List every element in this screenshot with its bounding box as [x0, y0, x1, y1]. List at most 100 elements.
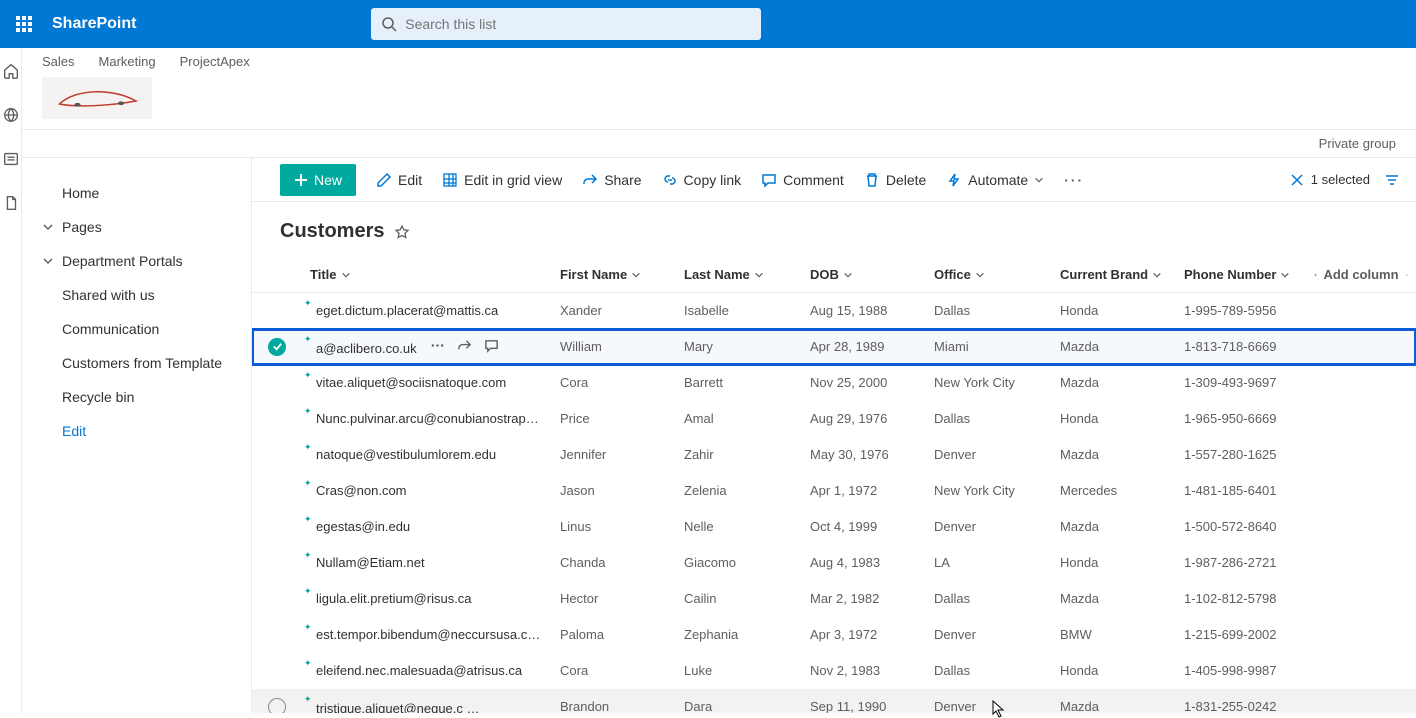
copy-link-command[interactable]: Copy link: [662, 172, 742, 188]
table-row[interactable]: ✦Nullam@Etiam.netChandaGiacomoAug 4, 198…: [252, 545, 1416, 581]
grid-icon: [442, 172, 458, 188]
app-launcher-icon[interactable]: [0, 0, 48, 48]
cell-title[interactable]: ✦eget.dictum.placerat@mattis.ca: [302, 293, 552, 329]
table-row[interactable]: ✦tristique.aliquet@neque.c BrandonDaraSe…: [252, 689, 1416, 714]
row-select-cell[interactable]: [252, 473, 302, 509]
filter-icon[interactable]: [1384, 172, 1400, 188]
cell-title[interactable]: ✦tristique.aliquet@neque.c: [302, 689, 552, 714]
cell-first: Xander: [552, 293, 676, 329]
row-select-cell[interactable]: [252, 293, 302, 329]
more-icon[interactable]: [430, 338, 445, 353]
grid-view-command[interactable]: Edit in grid view: [442, 172, 562, 188]
news-icon[interactable]: [2, 150, 20, 168]
col-office[interactable]: Office: [926, 257, 1052, 293]
row-select-cell[interactable]: [252, 617, 302, 653]
row-select-cell[interactable]: [252, 437, 302, 473]
col-title[interactable]: Title: [302, 257, 552, 293]
share-command[interactable]: Share: [582, 172, 641, 188]
hub-link-sales[interactable]: Sales: [42, 54, 75, 69]
globe-icon[interactable]: [2, 106, 20, 124]
comment-icon[interactable]: [484, 338, 499, 353]
col-brand[interactable]: Current Brand: [1052, 257, 1176, 293]
col-dob[interactable]: DOB: [802, 257, 926, 293]
more-icon[interactable]: [477, 698, 492, 713]
cell-title[interactable]: ✦vitae.aliquet@sociisnatoque.com: [302, 365, 552, 401]
table-row[interactable]: ✦natoque@vestibulumlorem.eduJenniferZahi…: [252, 437, 1416, 473]
cell-title[interactable]: ✦est.tempor.bibendum@neccursusa.com: [302, 617, 552, 653]
col-phone[interactable]: Phone Number: [1176, 257, 1306, 293]
home-icon[interactable]: [2, 62, 20, 80]
row-select-cell[interactable]: [252, 509, 302, 545]
nav-communication[interactable]: Communication: [22, 312, 251, 346]
nav-department-portals[interactable]: Department Portals: [22, 244, 251, 278]
search-box[interactable]: [371, 8, 761, 40]
x-icon: [1289, 172, 1305, 188]
cell-title[interactable]: ✦Cras@non.com: [302, 473, 552, 509]
cell-title[interactable]: ✦Nunc.pulvinar.arcu@conubianostraper.edu: [302, 401, 552, 437]
comment-icon[interactable]: [531, 698, 546, 713]
nav-recycle-bin[interactable]: Recycle bin: [22, 380, 251, 414]
nav-shared[interactable]: Shared with us: [22, 278, 251, 312]
cell-title[interactable]: ✦eleifend.nec.malesuada@atrisus.ca: [302, 653, 552, 689]
cell-dob: Aug 29, 1976: [802, 401, 926, 437]
row-select-cell[interactable]: [252, 581, 302, 617]
cell-phone: 1-831-255-0242: [1176, 689, 1306, 714]
plus-icon: [1314, 269, 1317, 281]
col-add[interactable]: Add column: [1306, 257, 1416, 293]
col-first-name[interactable]: First Name: [552, 257, 676, 293]
search-input[interactable]: [405, 16, 751, 32]
cell-office: Miami: [926, 329, 1052, 365]
files-icon[interactable]: [2, 194, 20, 212]
row-select-cell[interactable]: [252, 545, 302, 581]
table-row[interactable]: ✦vitae.aliquet@sociisnatoque.comCoraBarr…: [252, 365, 1416, 401]
new-flag-icon: ✦: [304, 694, 312, 705]
row-select-cell[interactable]: [252, 365, 302, 401]
list-table-wrap: Title First Name Last Name DOB Office Cu…: [252, 257, 1416, 713]
col-select[interactable]: [252, 257, 302, 293]
edit-command[interactable]: Edit: [376, 172, 422, 188]
table-row[interactable]: ✦eleifend.nec.malesuada@atrisus.caCoraLu…: [252, 653, 1416, 689]
nav-edit-link[interactable]: Edit: [22, 414, 251, 448]
table-row[interactable]: ✦a@aclibero.co.uk WilliamMaryApr 28, 198…: [252, 329, 1416, 365]
table-row[interactable]: ✦eget.dictum.placerat@mattis.caXanderIsa…: [252, 293, 1416, 329]
cell-phone: 1-557-280-1625: [1176, 437, 1306, 473]
row-select-cell[interactable]: [252, 689, 302, 714]
share-icon[interactable]: [504, 698, 519, 713]
automate-command[interactable]: Automate: [946, 172, 1044, 188]
cell-office: Denver: [926, 689, 1052, 714]
cell-title[interactable]: ✦Nullam@Etiam.net: [302, 545, 552, 581]
chevron-down-icon: [631, 270, 641, 280]
row-select-cell[interactable]: [252, 329, 302, 365]
nav-customers-template[interactable]: Customers from Template: [22, 346, 251, 380]
cell-first: William: [552, 329, 676, 365]
table-row[interactable]: ✦ligula.elit.pretium@risus.caHectorCaili…: [252, 581, 1416, 617]
cell-title[interactable]: ✦a@aclibero.co.uk: [302, 329, 552, 365]
hub-link-marketing[interactable]: Marketing: [99, 54, 156, 69]
search-icon: [381, 16, 397, 32]
row-select-cell[interactable]: [252, 401, 302, 437]
table-row[interactable]: ✦Cras@non.comJasonZeleniaApr 1, 1972New …: [252, 473, 1416, 509]
share-icon[interactable]: [457, 338, 472, 353]
cell-last: Dara: [676, 689, 802, 714]
row-select-cell[interactable]: [252, 653, 302, 689]
select-circle[interactable]: [268, 698, 286, 714]
new-button[interactable]: New: [280, 164, 356, 196]
clear-selection[interactable]: 1 selected: [1289, 172, 1370, 188]
comment-command[interactable]: Comment: [761, 172, 844, 188]
brand-label[interactable]: SharePoint: [52, 15, 136, 33]
hub-link-projectapex[interactable]: ProjectApex: [180, 54, 250, 69]
nav-home[interactable]: Home: [22, 176, 251, 210]
site-logo[interactable]: [42, 77, 152, 119]
check-icon[interactable]: [268, 338, 286, 356]
cell-title[interactable]: ✦natoque@vestibulumlorem.edu: [302, 437, 552, 473]
nav-pages[interactable]: Pages: [22, 210, 251, 244]
delete-command[interactable]: Delete: [864, 172, 926, 188]
more-commands[interactable]: ···: [1064, 172, 1084, 188]
star-icon[interactable]: [394, 224, 410, 240]
table-row[interactable]: ✦Nunc.pulvinar.arcu@conubianostraper.edu…: [252, 401, 1416, 437]
cell-title[interactable]: ✦egestas@in.edu: [302, 509, 552, 545]
col-last-name[interactable]: Last Name: [676, 257, 802, 293]
table-row[interactable]: ✦egestas@in.eduLinusNelleOct 4, 1999Denv…: [252, 509, 1416, 545]
table-row[interactable]: ✦est.tempor.bibendum@neccursusa.comPalom…: [252, 617, 1416, 653]
cell-title[interactable]: ✦ligula.elit.pretium@risus.ca: [302, 581, 552, 617]
